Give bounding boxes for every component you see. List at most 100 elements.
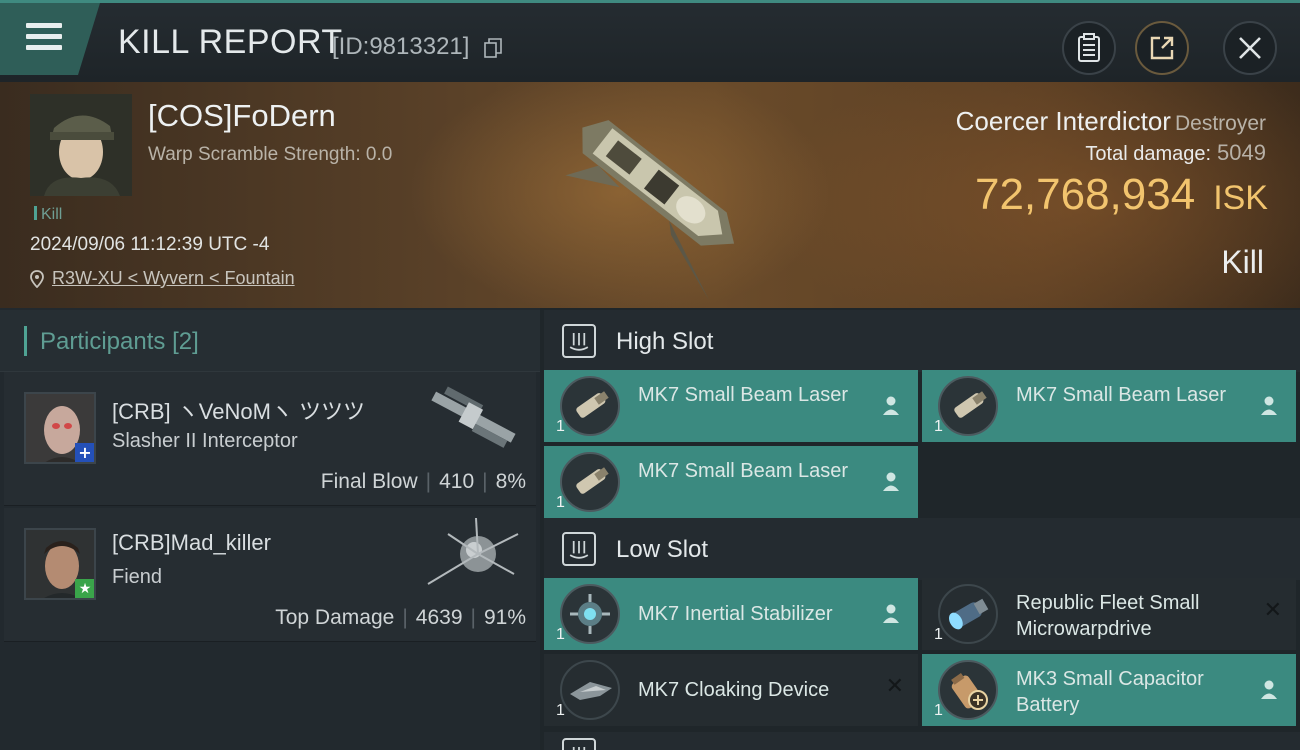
close-icon bbox=[1239, 37, 1261, 59]
module-icon bbox=[560, 376, 620, 436]
person-icon bbox=[883, 396, 899, 415]
location-pin-icon bbox=[30, 269, 44, 288]
participant-percent: 8% bbox=[495, 470, 526, 493]
participants-panel: Participants [2] + [CRB] ヽVeNoMヽ ツツツ Sla… bbox=[0, 308, 540, 750]
module-icon bbox=[560, 660, 620, 720]
participant-percent: 91% bbox=[483, 606, 526, 629]
ship-name: Coercer Interdictor bbox=[955, 106, 1171, 136]
participants-label: Participants [2] bbox=[40, 328, 199, 356]
module-quantity: 1 bbox=[556, 494, 565, 511]
share-icon bbox=[1150, 36, 1174, 60]
location-link[interactable]: R3W-XU < Wyvern < Fountain bbox=[52, 268, 295, 289]
victim-name[interactable]: [COS]FoDern bbox=[148, 98, 336, 134]
participant-name[interactable]: [CRB]Mad_killer bbox=[112, 530, 271, 556]
low-slot-title: Low Slot bbox=[616, 536, 709, 563]
victim-portrait[interactable] bbox=[30, 94, 132, 196]
module-quantity: 1 bbox=[556, 418, 565, 435]
participants-count: [2] bbox=[172, 328, 199, 355]
low-slot-header: Low Slot bbox=[544, 518, 1300, 580]
clipboard-button[interactable] bbox=[1062, 21, 1116, 75]
module-item[interactable]: 1 MK7 Small Beam Laser bbox=[544, 370, 918, 442]
participant-avatar[interactable]: ★ bbox=[24, 528, 96, 600]
participant-role: Top Damage bbox=[275, 606, 395, 629]
high-slot-title: High Slot bbox=[616, 328, 714, 355]
module-icon bbox=[938, 584, 998, 644]
total-damage-label: Total damage: bbox=[1085, 143, 1212, 165]
menu-button[interactable] bbox=[0, 3, 100, 75]
isk-amount: 72,768,934 bbox=[974, 170, 1196, 219]
module-quantity: 1 bbox=[934, 702, 943, 719]
module-name: MK7 Cloaking Device bbox=[638, 679, 830, 701]
module-quantity: 1 bbox=[934, 626, 943, 643]
module-name: MK7 Inertial Stabilizer bbox=[638, 603, 833, 625]
kill-location[interactable]: R3W-XU < Wyvern < Fountain bbox=[30, 268, 295, 289]
kill-datetime: 2024/09/06 11:12:39 UTC -4 bbox=[30, 234, 270, 255]
total-damage-value: 5049 bbox=[1217, 140, 1266, 165]
participant-role: Final Blow bbox=[320, 470, 418, 493]
module-name: MK7 Small Beam Laser bbox=[638, 384, 849, 406]
page-title: KILL REPORT bbox=[118, 23, 343, 61]
high-slot-header: High Slot bbox=[544, 310, 1300, 372]
share-button[interactable] bbox=[1135, 21, 1189, 75]
warp-scramble-strength: Warp Scramble Strength: 0.0 bbox=[148, 144, 393, 165]
module-icon bbox=[938, 660, 998, 720]
person-icon bbox=[1261, 396, 1277, 415]
person-icon bbox=[883, 604, 899, 623]
module-item[interactable]: 1 MK7 Small Beam Laser bbox=[922, 370, 1296, 442]
participant-ship: Slasher II Interceptor bbox=[112, 430, 298, 452]
kill-tag: Kill bbox=[34, 206, 62, 224]
total-damage: Total damage: 5049 bbox=[1085, 140, 1266, 166]
module-name: MK7 Small Beam Laser bbox=[1016, 384, 1227, 406]
participant-ship: Fiend bbox=[112, 566, 163, 588]
module-quantity: 1 bbox=[934, 418, 943, 435]
module-icon bbox=[560, 452, 620, 512]
person-icon bbox=[883, 472, 899, 491]
participant-name[interactable]: [CRB] ヽVeNoMヽ ツツツ bbox=[112, 394, 365, 426]
module-name: MK7 Small Beam Laser bbox=[638, 460, 849, 482]
participant-damage: 4639 bbox=[415, 606, 463, 629]
participant-row[interactable]: + [CRB] ヽVeNoMヽ ツツツ Slasher II Intercept… bbox=[4, 372, 536, 506]
module-name: MK3 Small Capacitor Battery bbox=[1016, 668, 1204, 716]
standing-plus-icon: + bbox=[75, 443, 94, 462]
module-item[interactable]: 1 MK7 Inertial Stabilizer bbox=[544, 578, 918, 650]
x-mark-icon: ✕ bbox=[885, 674, 904, 699]
module-item[interactable]: 1 Republic Fleet Small Microwarpdrive ✕ bbox=[922, 578, 1296, 650]
module-name: Republic Fleet Small Microwarpdrive bbox=[1016, 592, 1200, 640]
person-icon bbox=[1261, 680, 1277, 699]
fitting-panel: High Slot 1 MK7 Small Beam Laser 1 MK7 S… bbox=[540, 308, 1300, 750]
standing-star-icon: ★ bbox=[75, 579, 94, 598]
slot-icon bbox=[562, 738, 596, 750]
kill-outcome: Kill bbox=[1221, 244, 1264, 280]
clipboard-icon bbox=[1078, 33, 1100, 62]
x-mark-icon: ✕ bbox=[1263, 598, 1282, 623]
participant-stats: Top Damage | 4639 | 91% bbox=[275, 606, 526, 629]
victim-ship-image bbox=[565, 120, 735, 301]
module-item[interactable]: 1 MK3 Small Capacitor Battery bbox=[922, 654, 1296, 726]
next-slot-header bbox=[544, 732, 1300, 750]
participant-ship-image bbox=[431, 386, 516, 448]
participant-ship-image bbox=[427, 517, 519, 585]
module-icon bbox=[938, 376, 998, 436]
module-quantity: 1 bbox=[556, 626, 565, 643]
isk-value: 72,768,934 ISK bbox=[975, 170, 1268, 220]
report-id: [ID:9813321] bbox=[332, 33, 470, 60]
hamburger-icon bbox=[26, 23, 62, 56]
victim-ship[interactable]: Coercer Interdictor Destroyer bbox=[956, 106, 1266, 137]
victim-summary: [COS]FoDern Warp Scramble Strength: 0.0 … bbox=[0, 82, 1300, 308]
module-item[interactable]: 1 MK7 Small Beam Laser bbox=[544, 446, 918, 518]
close-button[interactable] bbox=[1223, 21, 1277, 75]
header-accent-bar bbox=[24, 326, 27, 356]
isk-unit: ISK bbox=[1213, 179, 1268, 217]
ship-class: Destroyer bbox=[1174, 112, 1266, 135]
top-bar: KILL REPORT [ID:9813321] bbox=[0, 0, 1300, 82]
participant-row[interactable]: ★ [CRB]Mad_killer Fiend Top Damage | 4639 |… bbox=[4, 508, 536, 642]
slot-icon bbox=[562, 324, 596, 358]
module-item[interactable]: 1 MK7 Cloaking Device ✕ bbox=[544, 654, 918, 726]
participants-title: Participants bbox=[40, 328, 166, 355]
module-icon bbox=[560, 584, 620, 644]
module-quantity: 1 bbox=[556, 702, 565, 719]
participant-avatar[interactable]: + bbox=[24, 392, 96, 464]
participants-header: Participants [2] bbox=[0, 310, 540, 372]
copy-icon[interactable] bbox=[484, 38, 502, 58]
participant-stats: Final Blow | 410 | 8% bbox=[320, 470, 526, 493]
